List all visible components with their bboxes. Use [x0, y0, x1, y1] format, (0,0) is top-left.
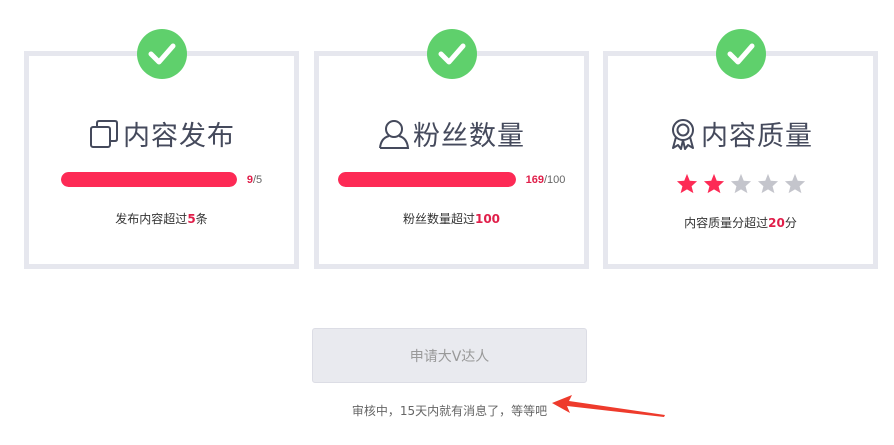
card-desc: 发布内容超过5条: [29, 210, 294, 227]
desc-prefix: 发布内容超过: [115, 212, 188, 226]
card-title: 内容发布: [29, 114, 294, 153]
progress-fill: [337, 172, 516, 187]
desc-suffix: 条: [195, 212, 208, 226]
star-filled-icon: [676, 173, 697, 194]
review-status-text: 审核中，15天内就有消息了，等等吧: [351, 404, 548, 418]
card-fans-count: 粉丝数量 169/100 粉丝数量超过100: [314, 29, 589, 269]
card-desc: 粉丝数量超过100: [319, 210, 584, 227]
progress-target: 5: [256, 173, 263, 186]
copy-icon: [90, 119, 118, 148]
progress-fill: [60, 172, 237, 187]
card-title: 粉丝数量: [319, 114, 584, 153]
progress-row: 169/100: [319, 172, 584, 187]
card-title-label: 粉丝数量: [413, 121, 525, 152]
award-icon: [672, 118, 694, 150]
check-icon: [715, 29, 766, 79]
card-desc: 内容质量分超过20分: [608, 214, 873, 231]
star-empty-icon: [784, 173, 805, 194]
progress-bar: [60, 172, 237, 187]
apply-button[interactable]: 申请大V达人: [312, 328, 587, 383]
desc-value: 5: [187, 212, 196, 226]
desc-prefix: 内容质量分超过: [684, 216, 769, 230]
card-title: 内容质量: [608, 114, 873, 153]
card-title-label: 内容质量: [701, 121, 813, 152]
desc-value: 20: [768, 216, 785, 230]
progress-value: 169: [525, 173, 544, 186]
check-icon: [136, 29, 187, 79]
progress-bar: [337, 172, 516, 187]
card-content-publish: 内容发布 9/5 发布内容超过5条: [24, 29, 299, 269]
arrow-icon: [552, 395, 665, 417]
card-content-quality: 内容质量 内容质量分超过20分: [603, 29, 878, 269]
desc-prefix: 粉丝数量超过: [402, 212, 475, 226]
progress-target: 100: [547, 173, 566, 186]
star-empty-icon: [757, 173, 778, 194]
card-title-label: 内容发布: [123, 121, 235, 152]
progress-count: 169/100: [526, 174, 566, 186]
star-empty-icon: [730, 173, 751, 194]
desc-suffix: 分: [784, 216, 797, 230]
user-icon: [379, 119, 410, 149]
progress-row: 9/5: [29, 172, 294, 187]
desc-value: 100: [474, 212, 501, 226]
star-filled-icon: [703, 173, 724, 194]
star-rating: [608, 173, 873, 194]
progress-count: 9/5: [247, 174, 262, 186]
check-icon: [426, 29, 477, 79]
